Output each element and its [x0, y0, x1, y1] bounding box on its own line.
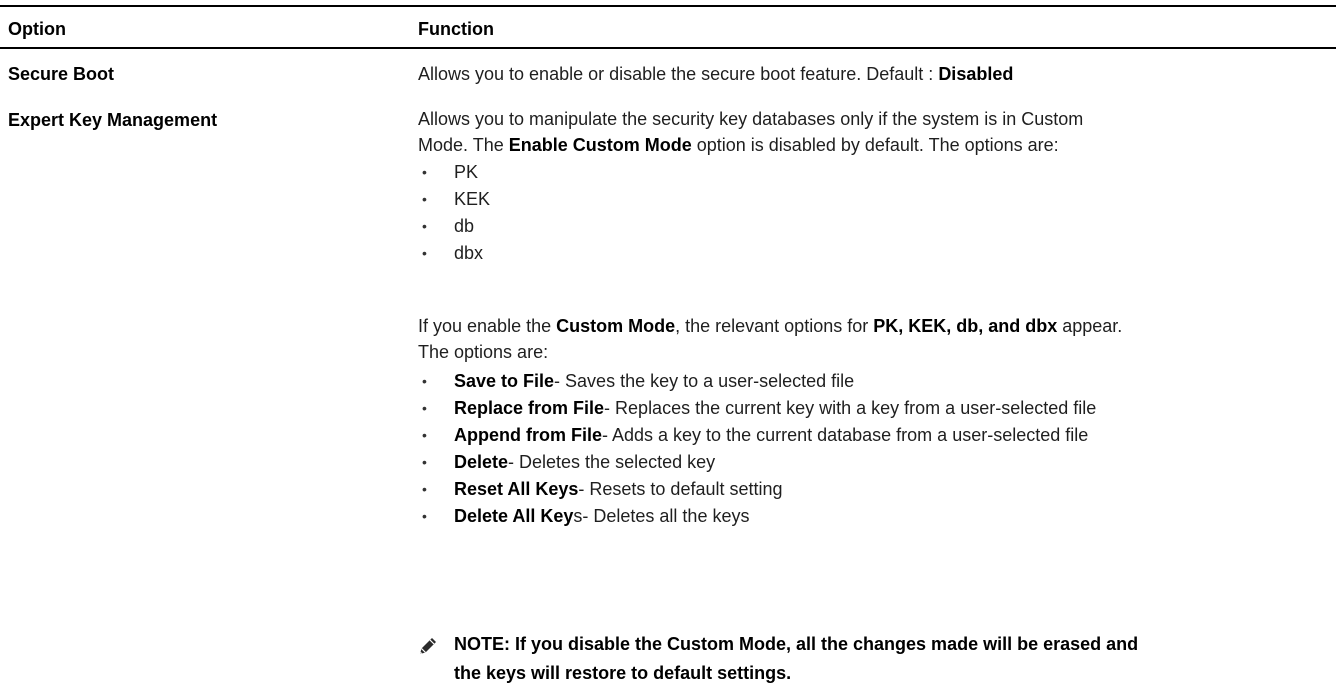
- option-name: Append from File: [454, 425, 602, 445]
- list-item: • Replace from File- Replaces the current…: [418, 395, 1323, 422]
- intro-line-2-pre: Mode. The: [418, 135, 509, 155]
- option-desc: - Replaces the current key with a key fr…: [604, 398, 1097, 418]
- bullet-icon: •: [422, 427, 427, 443]
- function-secure-boot: Allows you to enable or disable the secu…: [418, 61, 1323, 87]
- list-item: • dbx: [418, 240, 1323, 267]
- default-value: Disabled: [938, 64, 1014, 84]
- table-header-rule: [0, 47, 1336, 49]
- function-text: Allows you to enable or disable the secu…: [418, 64, 939, 84]
- option-name: Save to File: [454, 371, 555, 391]
- function-expert-key-management: Allows you to manipulate the security ke…: [418, 106, 1323, 158]
- note-line-1: NOTE: If you disable the Custom Mode, al…: [454, 634, 1139, 654]
- option-desc: s- Deletes all the keys: [573, 506, 750, 526]
- keys-bold: PK, KEK, db, and dbx: [873, 316, 1058, 336]
- custom-line-1-post: appear.: [1057, 316, 1123, 336]
- list-item-text: PK: [454, 162, 479, 182]
- option-expert-key-management: Expert Key Management: [8, 110, 218, 130]
- custom-line-1-pre: If you enable the: [418, 316, 557, 336]
- note-text: NOTE: If you disable the Custom Mode, al…: [454, 630, 1324, 688]
- list-item: • Reset All Keys- Resets to default setti…: [418, 476, 1323, 503]
- option-desc: - Deletes the selected key: [508, 452, 716, 472]
- option-name: Delete All Key: [454, 506, 574, 526]
- bullet-icon: •: [422, 373, 427, 389]
- bullet-icon: •: [422, 508, 427, 524]
- option-desc: - Saves the key to a user-selected file: [554, 371, 855, 391]
- list-item: • Delete All Keys- Deletes all the keys: [418, 503, 1323, 530]
- option-name: Reset All Keys: [454, 479, 579, 499]
- option-name: Replace from File: [454, 398, 605, 418]
- note-line-2: the keys will restore to default setting…: [454, 663, 792, 683]
- list-item: • Append from File- Adds a key to the cur…: [418, 422, 1323, 449]
- bullet-icon: •: [422, 454, 427, 470]
- option-desc: - Adds a key to the current database fro…: [602, 425, 1089, 445]
- option-name: Delete: [454, 452, 509, 472]
- list-item: • PK: [418, 159, 1323, 186]
- header-function: Function: [418, 19, 494, 39]
- custom-line-1: If you enable the Custom Mode, the relev…: [418, 313, 1323, 339]
- key-list: • PK • KEK • db • dbx: [418, 159, 1323, 267]
- list-item-text: db: [454, 216, 475, 236]
- option-secure-boot: Secure Boot: [8, 64, 115, 84]
- intro-line-2-bold: Enable Custom Mode: [508, 135, 692, 155]
- custom-mode-bold: Custom Mode: [556, 316, 676, 336]
- custom-mode-paragraph: If you enable the Custom Mode, the relev…: [418, 313, 1323, 365]
- custom-line-1-mid: , the relevant options for: [675, 316, 874, 336]
- bullet-icon: •: [422, 191, 427, 207]
- option-desc: - Resets to default setting: [578, 479, 783, 499]
- bullet-icon: •: [422, 400, 427, 416]
- list-item-text: dbx: [454, 243, 484, 263]
- list-item: • KEK: [418, 186, 1323, 213]
- bullet-icon: •: [422, 245, 427, 261]
- list-item-text: KEK: [454, 189, 491, 209]
- custom-line-2: The options are:: [418, 342, 549, 362]
- bullet-icon: •: [422, 218, 427, 234]
- intro-line-2: Mode. The Enable Custom Mode option is d…: [418, 132, 1323, 158]
- pencil-icon: [420, 638, 436, 654]
- list-item: • Save to File- Saves the key to a user-s…: [418, 368, 1323, 395]
- custom-options-list: • Save to File- Saves the key to a user-s…: [418, 368, 1323, 530]
- intro-line-1: Allows you to manipulate the security ke…: [418, 109, 1084, 129]
- list-item: • Delete- Deletes the selected key: [418, 449, 1323, 476]
- table-top-rule: [0, 5, 1336, 7]
- list-item: • db: [418, 213, 1323, 240]
- bullet-icon: •: [422, 164, 427, 180]
- bullet-icon: •: [422, 481, 427, 497]
- intro-line-2-post: option is disabled by default. The optio…: [691, 135, 1059, 155]
- header-option: Option: [8, 19, 66, 39]
